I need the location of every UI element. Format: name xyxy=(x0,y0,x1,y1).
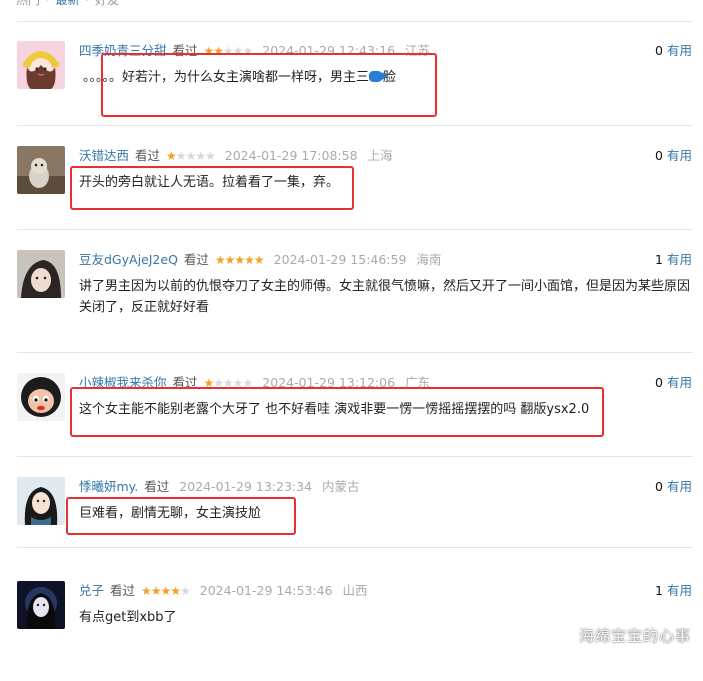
divider xyxy=(17,125,693,126)
watch-status: 看过 xyxy=(183,252,209,267)
username-link[interactable]: 豆友dGyAjeJ2eQ xyxy=(79,252,178,267)
comment-item: 小辣椒我来杀你 看过 ★★★★★ 2024-01-29 13:12:06 广东 … xyxy=(17,373,693,473)
useful-vote: 0 有用 xyxy=(655,373,692,393)
comment-meta: 豆友dGyAjeJ2eQ 看过 ★★★★★ 2024-01-29 15:46:5… xyxy=(79,250,441,270)
watermark: 海绵宝宝的心事 xyxy=(578,627,691,645)
avatar[interactable] xyxy=(17,146,65,194)
useful-vote: 1 有用 xyxy=(655,581,692,601)
highlight-box xyxy=(70,166,354,210)
comment-meta: 悸曦妍my. 看过 2024-01-29 13:23:34 内蒙古 xyxy=(79,477,360,497)
tab-friends[interactable]: 好友 xyxy=(95,0,119,7)
tab-latest[interactable]: 最新 xyxy=(56,0,80,7)
username-link[interactable]: 兑子 xyxy=(79,583,104,598)
tab-hot[interactable]: 热门 xyxy=(16,0,40,7)
comment-meta: 兑子 看过 ★★★★★ 2024-01-29 14:53:46 山西 xyxy=(79,581,368,601)
vote-count: 0 xyxy=(655,479,663,494)
username-link[interactable]: 悸曦妍my. xyxy=(79,479,138,494)
comment-meta: 沃错达西 看过 ★★★★★ 2024-01-29 17:08:58 上海 xyxy=(79,146,393,166)
comment-item: 沃错达西 看过 ★★★★★ 2024-01-29 17:08:58 上海 0 有用… xyxy=(17,146,693,246)
vote-count: 0 xyxy=(655,375,663,390)
rating-stars: ★★★★★ xyxy=(141,584,191,598)
avatar[interactable] xyxy=(17,250,65,298)
comment-time[interactable]: 2024-01-29 15:46:59 xyxy=(274,252,407,267)
avatar[interactable] xyxy=(17,41,65,89)
avatar[interactable] xyxy=(17,477,65,525)
comment-item: 豆友dGyAjeJ2eQ 看过 ★★★★★ 2024-01-29 15:46:5… xyxy=(17,250,693,350)
rating-stars: ★★★★★ xyxy=(214,253,265,267)
comment-location: 山西 xyxy=(342,583,368,598)
useful-vote: 0 有用 xyxy=(655,146,692,166)
comment-time[interactable]: 2024-01-29 14:53:46 xyxy=(200,583,333,598)
username-link[interactable]: 沃错达西 xyxy=(79,148,129,163)
useful-button[interactable]: 有用 xyxy=(667,375,692,390)
highlight-box xyxy=(70,387,604,437)
useful-vote: 0 有用 xyxy=(655,41,692,61)
useful-vote: 1 有用 xyxy=(655,250,692,270)
comment-item: 悸曦妍my. 看过 2024-01-29 13:23:34 内蒙古 0 有用 巨难… xyxy=(17,477,693,577)
comment-location: 海南 xyxy=(416,252,442,267)
watch-status: 看过 xyxy=(135,148,161,163)
comment-time[interactable]: 2024-01-29 13:23:34 xyxy=(179,479,312,494)
useful-vote: 0 有用 xyxy=(655,477,692,497)
comment-location: 上海 xyxy=(367,148,393,163)
divider xyxy=(17,547,693,548)
vote-count: 0 xyxy=(655,148,663,163)
divider xyxy=(17,21,693,22)
vote-count: 0 xyxy=(655,43,663,58)
avatar[interactable] xyxy=(17,581,65,629)
useful-button[interactable]: 有用 xyxy=(667,583,692,598)
highlight-box xyxy=(101,53,437,117)
avatar[interactable] xyxy=(17,373,65,421)
useful-button[interactable]: 有用 xyxy=(667,148,692,163)
vote-count: 1 xyxy=(655,583,663,598)
comment-text: 讲了男主因为以前的仇恨夺刀了女主的师傅。女主就很气愤嘛，然后又开了一间小面馆，但… xyxy=(79,279,691,315)
vote-count: 1 xyxy=(655,252,663,267)
comment-location: 内蒙古 xyxy=(322,479,360,494)
useful-button[interactable]: 有用 xyxy=(667,479,692,494)
divider xyxy=(17,352,693,353)
comment-time[interactable]: 2024-01-29 17:08:58 xyxy=(225,148,358,163)
useful-button[interactable]: 有用 xyxy=(667,43,692,58)
divider xyxy=(17,456,693,457)
watch-status: 看过 xyxy=(110,583,136,598)
rating-stars: ★★★★★ xyxy=(166,149,216,163)
highlight-box xyxy=(66,497,296,535)
watch-status: 看过 xyxy=(144,479,170,494)
comment-item: 四季奶青三分甜 看过 ★★★★★ 2024-01-29 12:43:16 江苏 … xyxy=(17,41,693,141)
useful-button[interactable]: 有用 xyxy=(667,252,692,267)
divider xyxy=(17,229,693,230)
comment-filter-tabs: 热门 · 最新 · 好友 xyxy=(16,0,691,15)
